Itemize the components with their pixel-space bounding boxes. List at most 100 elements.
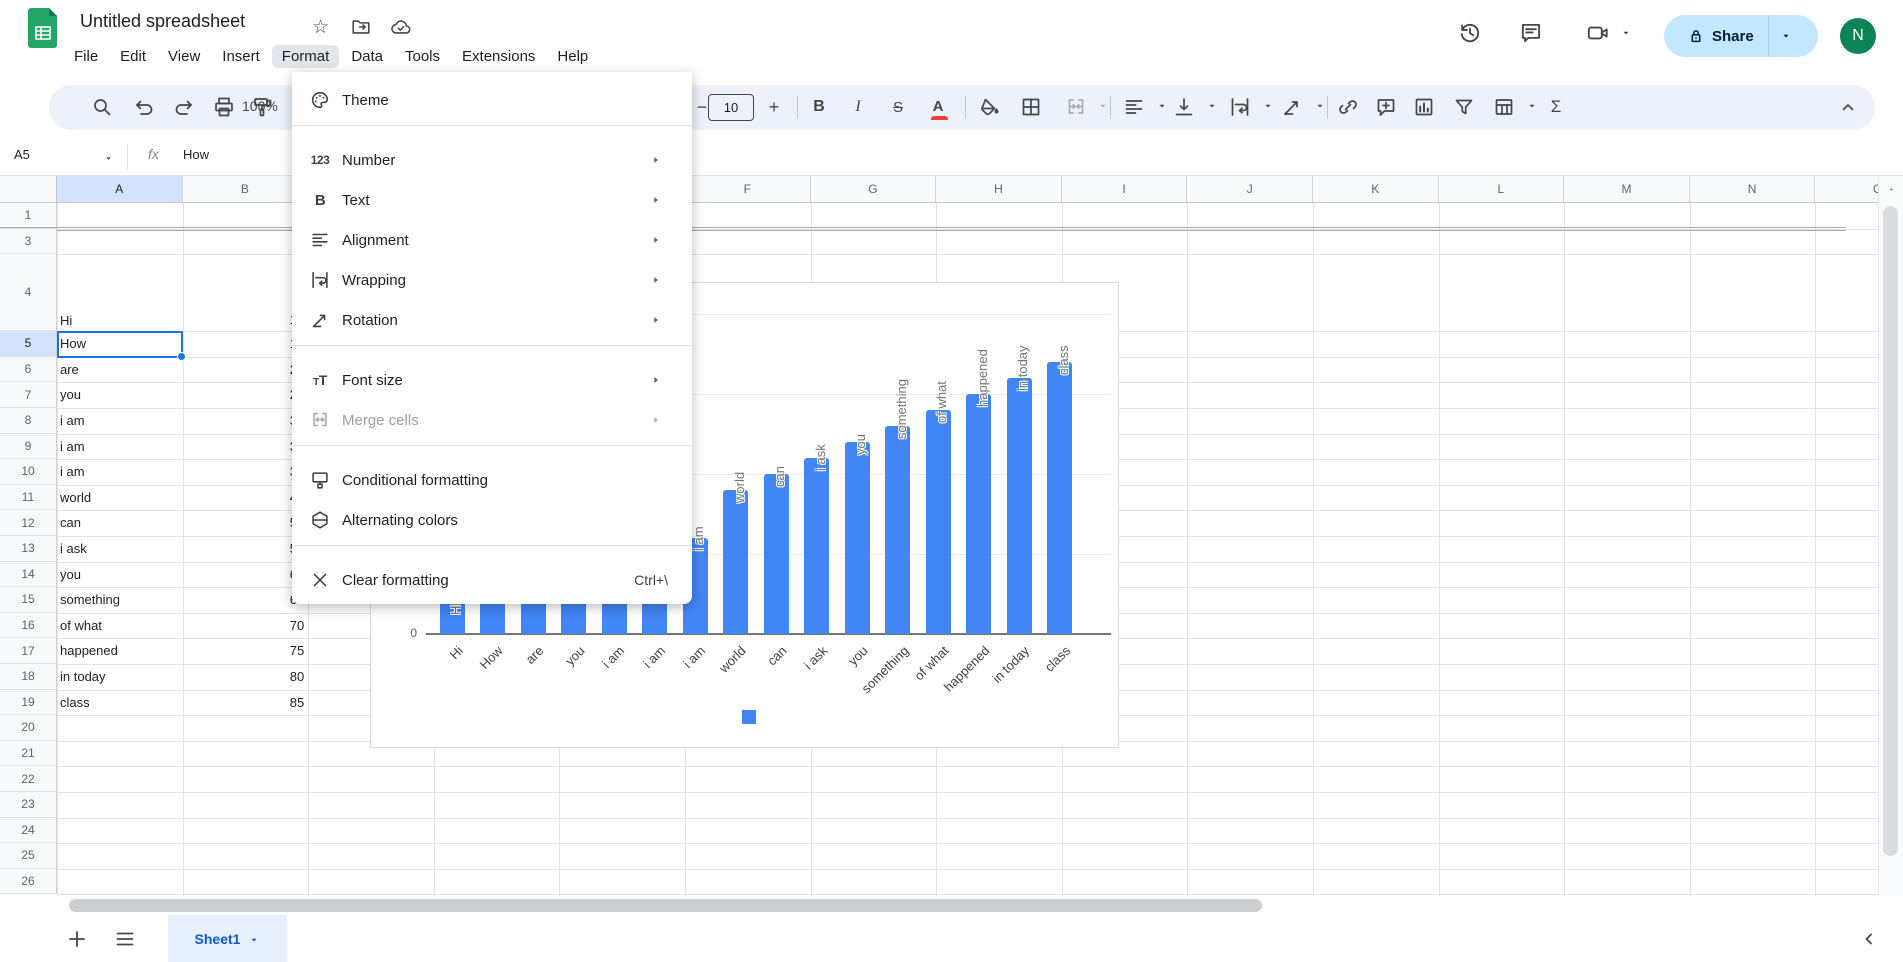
video-call-dropdown-icon[interactable] bbox=[1620, 27, 1632, 39]
row-header-23[interactable]: 23 bbox=[0, 792, 57, 818]
column-header-g[interactable]: G bbox=[811, 176, 937, 203]
row-header-11[interactable]: 11 bbox=[0, 485, 57, 511]
create-filter-button[interactable] bbox=[1449, 92, 1479, 122]
row-header-24[interactable]: 24 bbox=[0, 818, 57, 844]
cell-b12[interactable]: 50 bbox=[186, 510, 305, 536]
row-header-14[interactable]: 14 bbox=[0, 562, 57, 588]
format-menu-item-rotation[interactable]: Rotation bbox=[292, 300, 692, 340]
column-header-a[interactable]: A bbox=[57, 176, 183, 203]
menubar-item-edit[interactable]: Edit bbox=[110, 45, 156, 68]
menubar-item-view[interactable]: View bbox=[158, 45, 210, 68]
zoom-selector[interactable]: 100% bbox=[242, 98, 278, 114]
menubar-item-help[interactable]: Help bbox=[547, 45, 598, 68]
redo-button[interactable] bbox=[169, 92, 199, 122]
horizontal-align-dropdown-icon[interactable] bbox=[1156, 99, 1168, 111]
merge-cells-button[interactable] bbox=[1061, 92, 1091, 122]
cell-a12[interactable]: can bbox=[60, 510, 180, 536]
table-views-dropdown-icon[interactable] bbox=[1526, 99, 1538, 111]
row-header-1[interactable]: 1 bbox=[0, 203, 57, 229]
chart-bar[interactable] bbox=[764, 474, 789, 634]
cell-b18[interactable]: 80 bbox=[186, 664, 305, 690]
row-header-13[interactable]: 13 bbox=[0, 536, 57, 562]
cell-b15[interactable]: 65 bbox=[186, 587, 305, 613]
chart-bar[interactable] bbox=[1047, 362, 1072, 634]
format-menu-item-theme[interactable]: Theme bbox=[292, 80, 692, 120]
version-history-icon[interactable] bbox=[1457, 20, 1483, 46]
move-folder-icon[interactable] bbox=[350, 16, 372, 38]
row-header-8[interactable]: 8 bbox=[0, 408, 57, 434]
search-button[interactable] bbox=[87, 92, 117, 122]
text-rotation-button[interactable] bbox=[1277, 92, 1307, 122]
column-header-f[interactable]: F bbox=[685, 176, 811, 203]
cell-b17[interactable]: 75 bbox=[186, 638, 305, 664]
menubar-item-extensions[interactable]: Extensions bbox=[452, 45, 545, 68]
fill-handle[interactable] bbox=[177, 352, 186, 361]
format-menu-item-alternating-colors[interactable]: Alternating colors bbox=[292, 500, 692, 540]
cell-b7[interactable]: 25 bbox=[186, 382, 305, 408]
hide-toolbar-button[interactable] bbox=[1833, 92, 1863, 122]
fill-color-button[interactable] bbox=[975, 92, 1005, 122]
cell-b11[interactable]: 45 bbox=[186, 485, 305, 511]
sheets-logo-icon[interactable] bbox=[28, 8, 58, 48]
select-all-corner[interactable] bbox=[0, 176, 57, 203]
cell-a8[interactable]: i am bbox=[60, 408, 180, 434]
insert-link-button[interactable] bbox=[1333, 92, 1363, 122]
row-header-18[interactable]: 18 bbox=[0, 664, 57, 690]
column-header-l[interactable]: L bbox=[1439, 176, 1565, 203]
print-button[interactable] bbox=[209, 92, 239, 122]
column-header-m[interactable]: M bbox=[1564, 176, 1690, 203]
menubar-item-file[interactable]: File bbox=[64, 45, 108, 68]
cell-b4[interactable]: 10 bbox=[186, 254, 305, 331]
document-title[interactable]: Untitled spreadsheet bbox=[80, 11, 245, 32]
cell-a16[interactable]: of what bbox=[60, 613, 180, 639]
format-menu-item-clear-formatting[interactable]: Clear formattingCtrl+\ bbox=[292, 560, 692, 600]
row-header-4[interactable]: 4 bbox=[0, 254, 57, 331]
cell-a19[interactable]: class bbox=[60, 690, 180, 716]
menubar-item-insert[interactable]: Insert bbox=[212, 45, 270, 68]
formula-input[interactable]: How bbox=[183, 147, 209, 162]
row-header-20[interactable]: 20 bbox=[0, 715, 57, 741]
strikethrough-icon[interactable]: S bbox=[883, 92, 913, 122]
scroll-up-icon[interactable] bbox=[1885, 184, 1898, 194]
chart-bar[interactable] bbox=[885, 426, 910, 634]
cell-b13[interactable]: 55 bbox=[186, 536, 305, 562]
cell-b19[interactable]: 85 bbox=[186, 690, 305, 716]
row-header-10[interactable]: 10 bbox=[0, 459, 57, 485]
chart-bar[interactable] bbox=[926, 410, 951, 634]
sheet-tab-dropdown-icon[interactable] bbox=[248, 934, 260, 946]
cloud-status-icon[interactable] bbox=[390, 16, 412, 38]
insert-comment-button[interactable] bbox=[1371, 92, 1401, 122]
comments-icon[interactable] bbox=[1518, 20, 1544, 46]
insert-chart-button[interactable] bbox=[1409, 92, 1439, 122]
row-header-21[interactable]: 21 bbox=[0, 741, 57, 767]
functions-icon[interactable]: Σ bbox=[1541, 92, 1571, 122]
column-header-b[interactable]: B bbox=[183, 176, 309, 203]
row-header-12[interactable]: 12 bbox=[0, 510, 57, 536]
vertical-scrollbar-thumb[interactable] bbox=[1883, 206, 1898, 856]
format-menu-item-conditional-formatting[interactable]: Conditional formatting bbox=[292, 460, 692, 500]
cell-a11[interactable]: world bbox=[60, 485, 180, 511]
font-size-input[interactable]: 10 bbox=[708, 94, 754, 121]
video-call-icon[interactable] bbox=[1585, 20, 1611, 46]
bold-icon[interactable]: B bbox=[804, 92, 834, 122]
undo-button[interactable] bbox=[129, 92, 159, 122]
chart-bar[interactable] bbox=[804, 458, 829, 634]
cell-a14[interactable]: you bbox=[60, 562, 180, 588]
chart-bar[interactable] bbox=[966, 394, 991, 634]
row-header-26[interactable]: 26 bbox=[0, 869, 57, 895]
cell-a7[interactable]: you bbox=[60, 382, 180, 408]
cell-b6[interactable]: 20 bbox=[186, 357, 305, 383]
text-rotation-dropdown-icon[interactable] bbox=[1314, 99, 1326, 111]
name-box[interactable]: A5 bbox=[14, 147, 30, 162]
cell-a17[interactable]: happened bbox=[60, 638, 180, 664]
horizontal-scrollbar[interactable] bbox=[0, 896, 1903, 915]
cell-b16[interactable]: 70 bbox=[186, 613, 305, 639]
cell-a18[interactable]: in today bbox=[60, 664, 180, 690]
horizontal-align-button[interactable] bbox=[1119, 92, 1149, 122]
cell-a4[interactable]: Hi bbox=[60, 254, 180, 331]
row-header-6[interactable]: 6 bbox=[0, 357, 57, 383]
column-header-k[interactable]: K bbox=[1313, 176, 1439, 203]
row-header-9[interactable]: 9 bbox=[0, 434, 57, 460]
format-menu-item-number[interactable]: 123Number bbox=[292, 140, 692, 180]
increase-font-size-button[interactable]: + bbox=[759, 92, 789, 122]
